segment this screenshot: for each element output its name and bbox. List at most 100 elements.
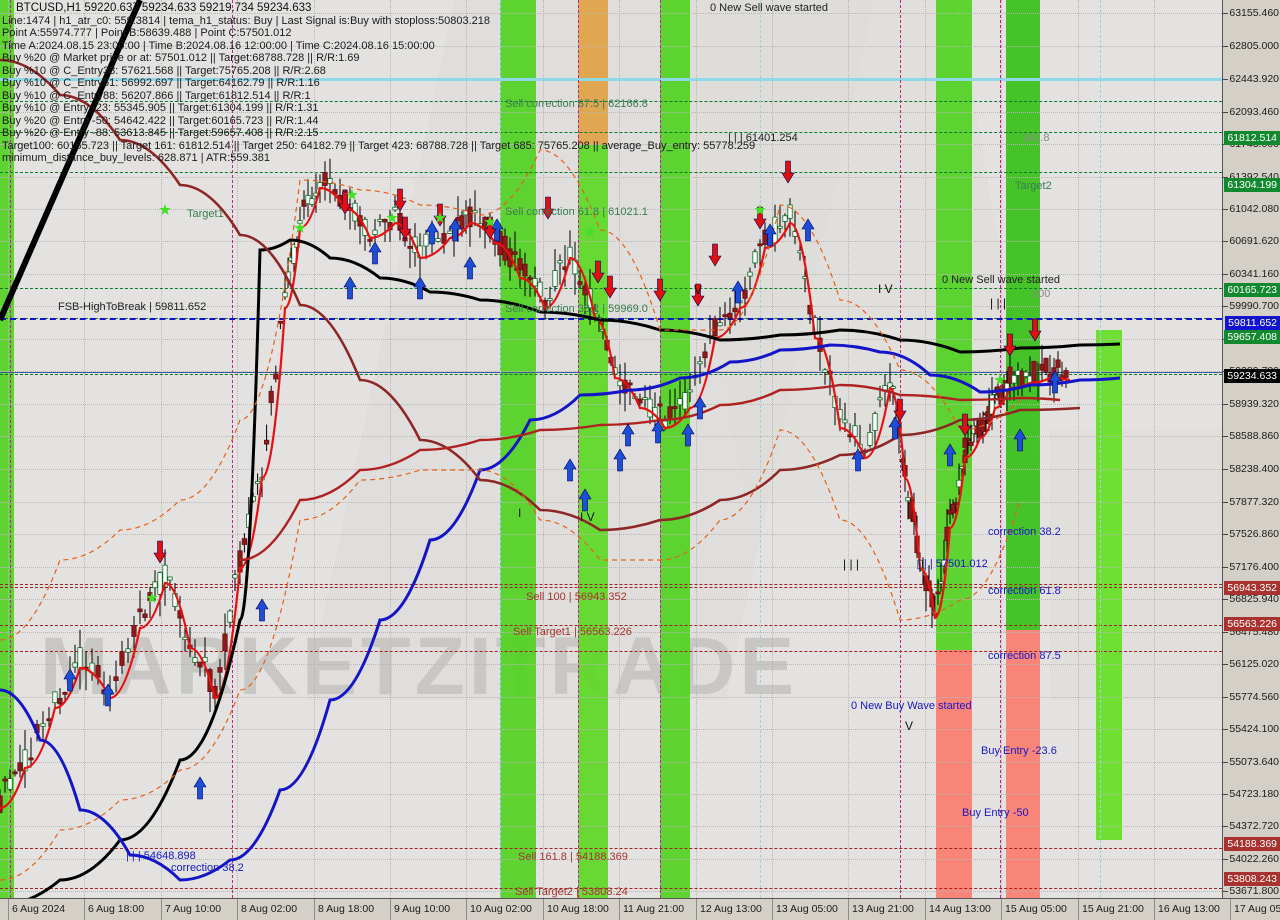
sell-arrow-icon: [958, 413, 972, 437]
info-line: Point A:55974.777 | Point B:58639.488 | …: [2, 27, 292, 39]
price-tick-label: 55424.100: [1229, 723, 1279, 736]
info-line: Buy %20 @ Entry -88: 53613.845 || Target…: [2, 127, 319, 139]
sell-arrow-icon: [153, 540, 167, 564]
time-tick-mark: [1078, 899, 1079, 920]
time-tick-mark: [8, 899, 9, 920]
price-tick-mark: [1223, 436, 1228, 438]
price-tick-mark: [1223, 631, 1228, 633]
price-tick-label: 58939.320: [1229, 397, 1279, 410]
info-line: Buy %20 @ Market price or at: 57501.012 …: [2, 52, 360, 64]
price-tick-label: 61042.080: [1229, 203, 1279, 216]
buy-arrow-icon: [563, 458, 577, 482]
signal-star-icon: [159, 204, 171, 215]
chart-annotation-label: correction 87.5: [988, 650, 1061, 662]
price-tick-mark: [1223, 45, 1228, 47]
chart-annotation-label: 161.8: [1022, 132, 1050, 144]
price-level-tag[interactable]: 60165.723: [1224, 283, 1280, 298]
chart-annotation-label: correction 38.2: [171, 862, 244, 874]
time-axis[interactable]: 6 Aug 2024 6 Aug 18:00 7 Aug 10:00 8 Aug 02…: [0, 898, 1280, 920]
price-tick-mark: [1223, 891, 1228, 893]
buy-arrow-icon: [101, 683, 115, 707]
sell-arrow-icon: [653, 278, 667, 302]
price-level-tag[interactable]: 54188.369: [1224, 836, 1280, 851]
price-tick-mark: [1223, 729, 1228, 731]
price-tick-mark: [1223, 696, 1228, 698]
info-line: Buy %10 @ C_Entry38: 57621.568 || Target…: [2, 64, 326, 77]
price-tick-label: 54372.720: [1229, 820, 1279, 833]
signal-star-icon: [294, 222, 306, 233]
elliott-wave-marker: | | |: [990, 296, 1007, 310]
time-tick-mark: [619, 899, 620, 920]
time-tick-mark: [237, 899, 238, 920]
sell-arrow-icon: [591, 260, 605, 284]
time-tick-label: 6 Aug 2024: [12, 903, 66, 915]
time-tick-label: 10 Aug 02:00: [470, 903, 532, 915]
chart-annotation-label: | | | 57501.012: [918, 558, 988, 570]
price-tick-mark: [1223, 468, 1228, 470]
price-level-tag[interactable]: 61812.514: [1224, 130, 1280, 145]
price-level-tag[interactable]: 59234.633: [1224, 369, 1280, 384]
time-tick-mark: [84, 899, 85, 920]
buy-arrow-icon: [1048, 370, 1062, 394]
signal-star-icon: [346, 189, 358, 200]
buy-arrow-icon: [413, 276, 427, 300]
price-tick-label: 56125.020: [1229, 658, 1279, 671]
time-tick-mark: [925, 899, 926, 920]
chart-annotation-label: Sell 100 | 56943.352: [526, 591, 627, 603]
chart-annotation-label: 0 New Sell wave started: [942, 274, 1060, 286]
price-tick-mark: [1223, 13, 1228, 15]
chart-annotation-label: Target1: [187, 208, 224, 220]
price-level-tag[interactable]: 56563.226: [1224, 616, 1280, 631]
buy-arrow-icon: [888, 416, 902, 440]
buy-arrow-icon: [578, 488, 592, 512]
time-tick-label: 8 Aug 02:00: [241, 903, 298, 915]
price-tick-mark: [1223, 306, 1228, 308]
price-level-tag[interactable]: 56943.352: [1224, 581, 1280, 596]
time-tick-label: 15 Aug 21:00: [1082, 903, 1144, 915]
price-tick-label: 59990.700: [1229, 300, 1279, 313]
chart-annotation-label: | | | 54648.898: [126, 850, 196, 862]
price-tick-label: 54022.260: [1229, 852, 1279, 865]
price-tick-mark: [1223, 209, 1228, 211]
sell-arrow-icon: [1028, 318, 1042, 342]
time-tick-label: 13 Aug 21:00: [852, 903, 914, 915]
chart-annotation-label: FSB-HighToBreak | 59811.652: [58, 301, 207, 313]
time-tick-mark: [1001, 899, 1002, 920]
price-tick-mark: [1223, 794, 1228, 796]
chart-plot-area[interactable]: MARKETZITRADE 0 New Sell wave started Sel…: [0, 0, 1222, 898]
price-tick-label: 62093.460: [1229, 105, 1279, 118]
buy-arrow-icon: [425, 221, 439, 245]
price-tick-label: 60341.160: [1229, 267, 1279, 280]
time-tick-label: 10 Aug 18:00: [547, 903, 609, 915]
chart-annotation-label: Sell Target1 | 56563.226: [513, 626, 632, 638]
time-tick-label: 6 Aug 18:00: [88, 903, 145, 915]
time-tick-label: 16 Aug 13:00: [1158, 903, 1220, 915]
price-level-tag[interactable]: 59811.652: [1225, 315, 1280, 330]
signal-star-icon: [386, 212, 398, 223]
buy-arrow-icon: [613, 448, 627, 472]
time-tick-mark: [1154, 899, 1155, 920]
time-tick-label: 17 Aug 05:00: [1234, 903, 1280, 915]
info-line: Buy %10 @ Entry -23: 55345.905 || Target…: [2, 102, 319, 114]
price-level-tag[interactable]: 61304.199: [1224, 177, 1280, 192]
sell-arrow-icon: [393, 188, 407, 212]
price-tick-mark: [1223, 599, 1228, 601]
signal-star-icon: [584, 226, 596, 237]
time-tick-label: 9 Aug 10:00: [394, 903, 451, 915]
elliott-wave-marker: | | |: [843, 557, 860, 571]
price-tick-label: 55073.640: [1229, 755, 1279, 768]
price-tick-mark: [1223, 566, 1228, 568]
price-axis[interactable]: 63155.46062805.00062443.92062093.4606174…: [1222, 0, 1280, 898]
time-tick-label: 8 Aug 18:00: [318, 903, 375, 915]
price-tick-label: 62805.000: [1229, 39, 1279, 52]
time-tick-label: 14 Aug 13:00: [929, 903, 991, 915]
elliott-wave-marker: I V: [878, 282, 893, 296]
price-tick-mark: [1223, 761, 1228, 763]
signal-star-icon: [994, 374, 1006, 385]
price-tick-mark: [1223, 79, 1228, 81]
price-level-tag[interactable]: 59657.408: [1224, 330, 1280, 345]
chart-annotation-label: 0 New Buy Wave started: [851, 700, 972, 712]
price-level-tag[interactable]: 53808.243: [1224, 871, 1280, 886]
price-tick-mark: [1223, 826, 1228, 828]
price-tick-mark: [1223, 534, 1228, 536]
